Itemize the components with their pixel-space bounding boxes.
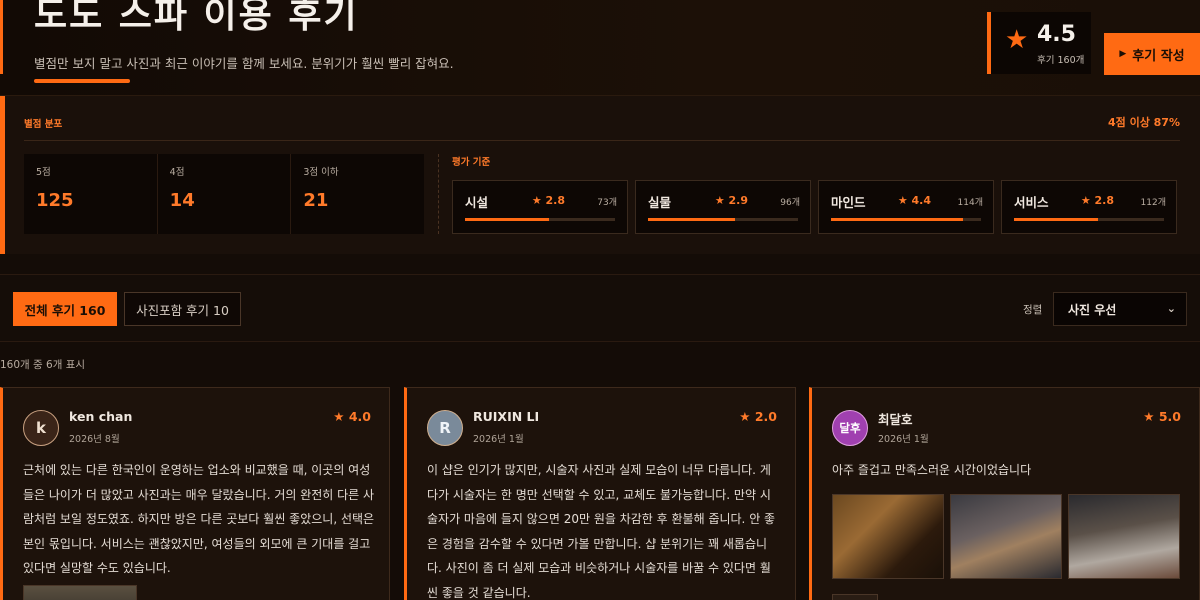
score-value: 21 (303, 190, 329, 211)
criteria-card-facility: 시설 ★ 2.8 73개 (452, 180, 628, 234)
criteria-count: 114개 (957, 198, 983, 208)
criteria-label: 평가 기준 (452, 157, 491, 168)
score-cards: 5점 125 4점 14 3점 이하 21 (24, 154, 425, 234)
criteria-card-mind: 마인드 ★ 4.4 114개 (818, 180, 994, 234)
divider (24, 140, 1180, 141)
review-date: 2026년 1월 (473, 434, 524, 445)
criteria-card-appearance: 실물 ★ 2.9 96개 (635, 180, 811, 234)
criteria-score: ★ 4.4 (897, 194, 931, 207)
tab-photo-reviews[interactable]: 사진포함 후기 10 (124, 292, 241, 326)
criteria-bar (831, 218, 981, 221)
score-value: 14 (169, 190, 195, 211)
criteria-count: 96개 (780, 198, 800, 208)
reviewer-name: RUIXIN LI (473, 409, 540, 424)
dashed-separator (438, 154, 439, 234)
score-card-3-below: 3점 이하 21 (291, 154, 425, 234)
score-value: 125 (36, 190, 74, 211)
criteria-count: 112개 (1140, 198, 1166, 208)
criteria-bar-fill (465, 218, 549, 221)
page-header: 도도 스파 이용 후기 별점만 보지 말고 사진과 최근 이야기를 함께 보세요… (0, 0, 1200, 96)
criteria-name: 마인드 (831, 195, 866, 210)
criteria-score: ★ 2.8 (1080, 194, 1114, 207)
review-photos (832, 494, 1180, 579)
rating-distribution-panel: 별점 분포 4점 이상 87% 5점 125 4점 14 3점 이하 21 평가… (0, 96, 1200, 254)
criteria-count: 73개 (597, 198, 617, 208)
distribution-label: 별점 분포 (24, 119, 63, 130)
average-rating-box: ★ 4.5 후기 160개 (987, 12, 1091, 74)
criteria-bar-fill (648, 218, 735, 221)
star-icon: ★ (1005, 25, 1029, 55)
review-date: 2026년 8월 (69, 434, 120, 445)
review-photo[interactable] (1068, 494, 1180, 579)
panel-accent-bar (0, 96, 5, 254)
write-review-label: 후기 작성 (1132, 48, 1185, 64)
criteria-bar-fill (1014, 218, 1098, 221)
score-card-4: 4점 14 (157, 154, 292, 234)
write-review-button[interactable]: ▶ 후기 작성 (1104, 33, 1200, 75)
criteria-score: ★ 2.9 (714, 194, 748, 207)
distribution-summary: 4점 이상 87% (1107, 116, 1180, 129)
score-label: 4점 (169, 167, 185, 178)
sort-select[interactable]: 사진 우선 ⌄ (1053, 292, 1187, 326)
criteria-bar (648, 218, 798, 221)
avatar: 달후 (832, 410, 868, 446)
header-accent-bar (0, 0, 3, 74)
criteria-name: 시설 (465, 195, 489, 210)
chevron-down-icon: ⌄ (1166, 302, 1176, 315)
more-photos-button[interactable] (832, 594, 878, 600)
score-label: 5점 (36, 167, 51, 178)
review-card: k ken chan 2026년 8월 ★ 4.0 근처에 있는 다른 한국인이… (0, 387, 390, 600)
review-date: 2026년 1월 (878, 434, 929, 445)
review-photo[interactable] (950, 494, 1062, 579)
criteria-bar (465, 218, 615, 221)
review-text: 이 샵은 인기가 많지만, 시술자 사진과 실제 모습이 너무 다릅니다. 게다… (427, 463, 776, 600)
page-subtitle: 별점만 보지 말고 사진과 최근 이야기를 함께 보세요. 분위기가 훨씬 빨리… (34, 56, 454, 71)
reviewer-name: 최달호 (878, 412, 913, 427)
review-count: 후기 160개 (1037, 55, 1085, 66)
review-rating: ★ 4.0 (333, 409, 371, 424)
review-photo[interactable] (23, 585, 137, 600)
filter-bar: 전체 후기 160 사진포함 후기 10 정렬 사진 우선 ⌄ (0, 274, 1200, 342)
criteria-name: 서비스 (1014, 195, 1049, 210)
criteria-name: 실물 (648, 195, 672, 210)
avatar: R (427, 410, 463, 446)
review-rating: ★ 2.0 (739, 409, 777, 424)
review-photo[interactable] (832, 494, 944, 579)
criteria-list: 시설 ★ 2.8 73개 실물 ★ 2.9 96개 마인드 ★ 4.4 114개… (452, 180, 1177, 234)
avatar: k (23, 410, 59, 446)
review-card: R RUIXIN LI 2026년 1월 ★ 2.0 이 샵은 인기가 많지만,… (404, 387, 796, 600)
sort-select-value: 사진 우선 (1068, 302, 1117, 317)
review-card: 달후 최달호 2026년 1월 ★ 5.0 아주 즐겁고 만족스러운 시간이었습… (809, 387, 1200, 600)
criteria-card-service: 서비스 ★ 2.8 112개 (1001, 180, 1177, 234)
review-text: 아주 즐겁고 만족스러운 시간이었습니다 (832, 463, 1032, 477)
tab-all-reviews[interactable]: 전체 후기 160 (13, 292, 117, 326)
criteria-bar-fill (831, 218, 963, 221)
average-rating-value: 4.5 (1037, 22, 1076, 47)
list-count-text: 160개 중 6개 표시 (0, 359, 86, 371)
criteria-score: ★ 2.8 (531, 194, 565, 207)
play-icon: ▶ (1119, 49, 1127, 59)
title-underline (34, 79, 130, 83)
review-rating: ★ 5.0 (1143, 409, 1181, 424)
review-text: 근처에 있는 다른 한국인이 운영하는 업소와 비교했을 때, 이곳의 여성들은… (23, 463, 375, 575)
criteria-bar (1014, 218, 1164, 221)
score-card-5: 5점 125 (24, 154, 158, 234)
reviewer-name: ken chan (69, 409, 133, 424)
sort-label: 정렬 (1023, 304, 1043, 316)
page-title: 도도 스파 이용 후기 (34, 0, 359, 36)
score-label: 3점 이하 (303, 167, 339, 178)
